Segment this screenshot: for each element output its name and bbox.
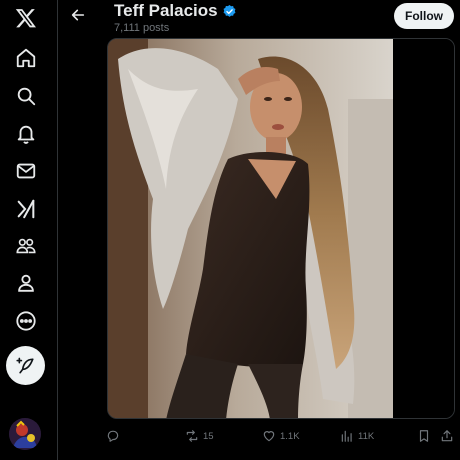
account-avatar[interactable] <box>9 418 41 450</box>
share-button[interactable] <box>440 424 454 448</box>
person-icon[interactable] <box>7 264 45 302</box>
views-button[interactable]: 11K <box>340 424 374 448</box>
bookmark-icon <box>419 430 429 442</box>
like-button[interactable]: 1.1K <box>262 424 300 448</box>
repost-icon <box>186 430 198 442</box>
arrow-left-icon <box>71 9 85 21</box>
app-window: Teff Palacios 7,111 posts Follow 15 1.1K… <box>0 0 460 460</box>
view-count: 11K <box>358 430 375 442</box>
grok-icon-glyph <box>17 199 35 219</box>
compose-post-button[interactable] <box>6 346 45 385</box>
reply-button[interactable] <box>106 424 124 448</box>
search-icon-glyph <box>17 87 36 106</box>
mail-icon-glyph <box>16 163 36 179</box>
communities-icon-glyph <box>16 238 36 254</box>
bookmark-button[interactable] <box>417 424 431 448</box>
share-icon <box>441 430 453 442</box>
sidebar-nav <box>0 0 58 460</box>
more-circle-icon-glyph <box>16 311 36 331</box>
repost-count: 15 <box>203 430 214 442</box>
bell-icon[interactable] <box>7 115 45 153</box>
bell-icon-glyph <box>17 125 35 144</box>
profile-title-row: Teff Palacios <box>114 1 237 21</box>
views-chart-icon <box>341 430 352 442</box>
more-circle-icon[interactable] <box>7 302 45 340</box>
x-logo-icon-glyph <box>15 9 36 28</box>
x-logo-icon[interactable] <box>7 0 45 37</box>
repost-button[interactable]: 15 <box>185 424 214 448</box>
profile-name: Teff Palacios <box>114 1 218 20</box>
person-icon-glyph <box>18 274 34 292</box>
post-action-bar: 15 1.1K 11K <box>58 424 460 448</box>
home-icon-glyph <box>16 48 36 68</box>
post-media-image[interactable] <box>107 38 455 419</box>
follow-button[interactable]: Follow <box>394 3 454 29</box>
avatar-image <box>9 418 41 450</box>
mail-icon[interactable] <box>7 152 45 190</box>
verified-badge-icon <box>223 4 236 17</box>
search-icon[interactable] <box>7 77 45 115</box>
communities-icon[interactable] <box>7 227 45 265</box>
back-button[interactable] <box>66 3 90 27</box>
post-count: 7,111 posts <box>114 22 170 34</box>
home-icon[interactable] <box>7 39 45 77</box>
profile-header: Teff Palacios 7,111 posts Follow <box>58 0 460 36</box>
reply-icon <box>107 430 119 442</box>
heart-icon <box>263 431 275 442</box>
grok-icon[interactable] <box>7 190 45 228</box>
like-count: 1.1K <box>280 430 300 442</box>
feather-plus-icon <box>15 357 34 373</box>
photo <box>108 39 454 418</box>
